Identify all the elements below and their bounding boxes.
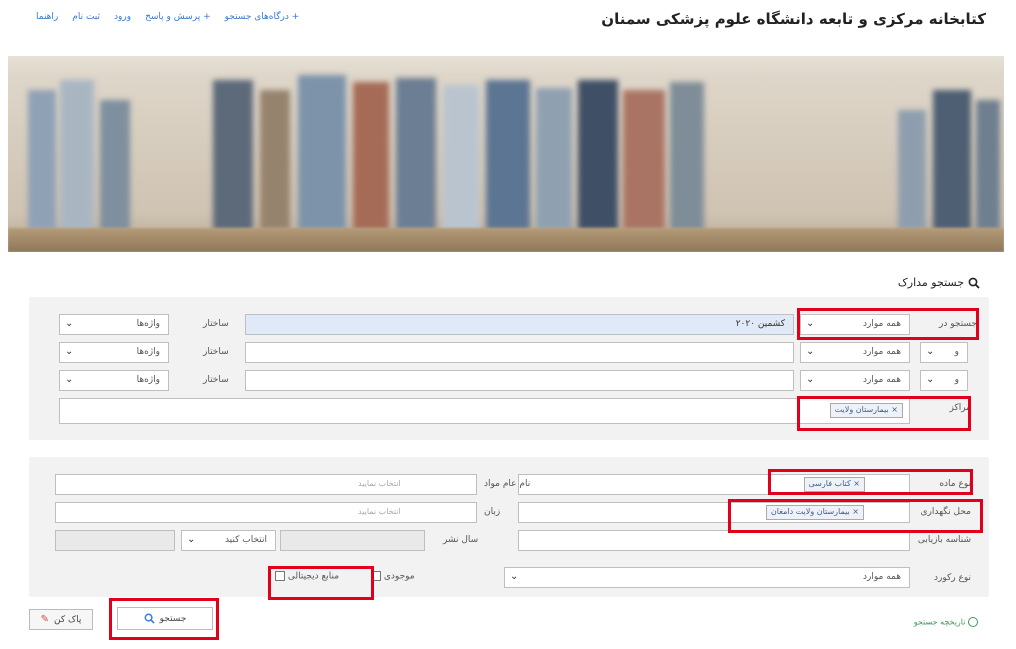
search-field-select-2[interactable]: همه موارد ⌄ bbox=[800, 342, 910, 363]
chevron-down-icon: ⌄ bbox=[187, 534, 196, 545]
search-history-link[interactable]: تاریخچه جستجو bbox=[914, 617, 978, 627]
highlight-material-type bbox=[768, 469, 973, 495]
chevron-down-icon: ⌄ bbox=[510, 571, 519, 582]
nav-qa[interactable]: پرسش و پاسخ + bbox=[145, 12, 211, 22]
search-query-input-1[interactable]: کشمین ۲۰۲۰ bbox=[245, 314, 794, 335]
language-label: زبان bbox=[484, 507, 501, 517]
chevron-down-icon: ⌄ bbox=[65, 374, 74, 385]
record-type-label: نوع رکورد bbox=[933, 573, 971, 583]
pub-year-to-input[interactable] bbox=[55, 530, 175, 551]
top-navigation: راهنما ثبت نام ورود پرسش و پاسخ + درگاه‌… bbox=[36, 12, 299, 22]
chevron-down-icon: ⌄ bbox=[926, 374, 935, 385]
general-material-label: نام عام مواد bbox=[484, 479, 531, 489]
bookshelf-banner bbox=[8, 56, 1004, 252]
search-query-input-2[interactable] bbox=[245, 342, 794, 363]
chevron-down-icon: ⌄ bbox=[806, 374, 815, 385]
general-material-select[interactable]: انتخاب نمایید bbox=[55, 474, 477, 495]
chevron-down-icon: ⌄ bbox=[806, 346, 815, 357]
search-section-title: جستجو مدارک bbox=[898, 276, 980, 289]
search-query-input-3[interactable] bbox=[245, 370, 794, 391]
nav-help[interactable]: راهنما bbox=[36, 12, 58, 22]
pub-year-label: سال نشر bbox=[443, 535, 479, 545]
accession-label: شناسه بازیابی bbox=[917, 535, 971, 545]
available-checkbox[interactable]: موجودی bbox=[371, 571, 415, 582]
centers-input[interactable]: بیمارستان ولایت × bbox=[59, 398, 910, 424]
operator-select-2[interactable]: و ⌄ bbox=[920, 342, 968, 363]
structure-select-2[interactable]: واژه‌ها ⌄ bbox=[59, 342, 169, 363]
highlight-search-button bbox=[109, 598, 219, 640]
structure-select-3[interactable]: واژه‌ها ⌄ bbox=[59, 370, 169, 391]
pub-year-select[interactable]: انتخاب کنید ⌄ bbox=[181, 530, 276, 551]
structure-label-2: ساختار bbox=[203, 347, 229, 357]
highlight-search-in bbox=[797, 308, 979, 340]
eraser-icon: ✎ bbox=[40, 614, 50, 625]
operator-select-3[interactable]: و ⌄ bbox=[920, 370, 968, 391]
chevron-down-icon: ⌄ bbox=[926, 346, 935, 357]
nav-login[interactable]: ورود bbox=[114, 12, 131, 22]
structure-label-1: ساختار bbox=[203, 319, 229, 329]
search-icon bbox=[968, 277, 980, 289]
structure-label-3: ساختار bbox=[203, 375, 229, 385]
accession-input[interactable] bbox=[518, 530, 910, 551]
record-type-select[interactable]: همه موارد ⌄ bbox=[504, 567, 910, 588]
search-field-select-3[interactable]: همه موارد ⌄ bbox=[800, 370, 910, 391]
pub-year-from-input[interactable] bbox=[280, 530, 425, 551]
clear-button[interactable]: ✎ پاک کن bbox=[29, 609, 93, 630]
history-clock-icon bbox=[968, 617, 978, 627]
nav-register[interactable]: ثبت نام bbox=[72, 12, 100, 22]
chevron-down-icon: ⌄ bbox=[65, 318, 74, 329]
nav-search-portals[interactable]: درگاه‌های جستجو + bbox=[225, 12, 300, 22]
language-select[interactable]: انتخاب نمایید bbox=[55, 502, 477, 523]
chevron-down-icon: ⌄ bbox=[65, 346, 74, 357]
highlight-centers bbox=[797, 396, 971, 431]
structure-select-1[interactable]: واژه‌ها ⌄ bbox=[59, 314, 169, 335]
highlight-storage bbox=[728, 499, 983, 533]
highlight-digital bbox=[268, 566, 374, 600]
site-title: کتابخانه مرکزی و تابعه دانشگاه علوم پزشک… bbox=[601, 10, 986, 28]
